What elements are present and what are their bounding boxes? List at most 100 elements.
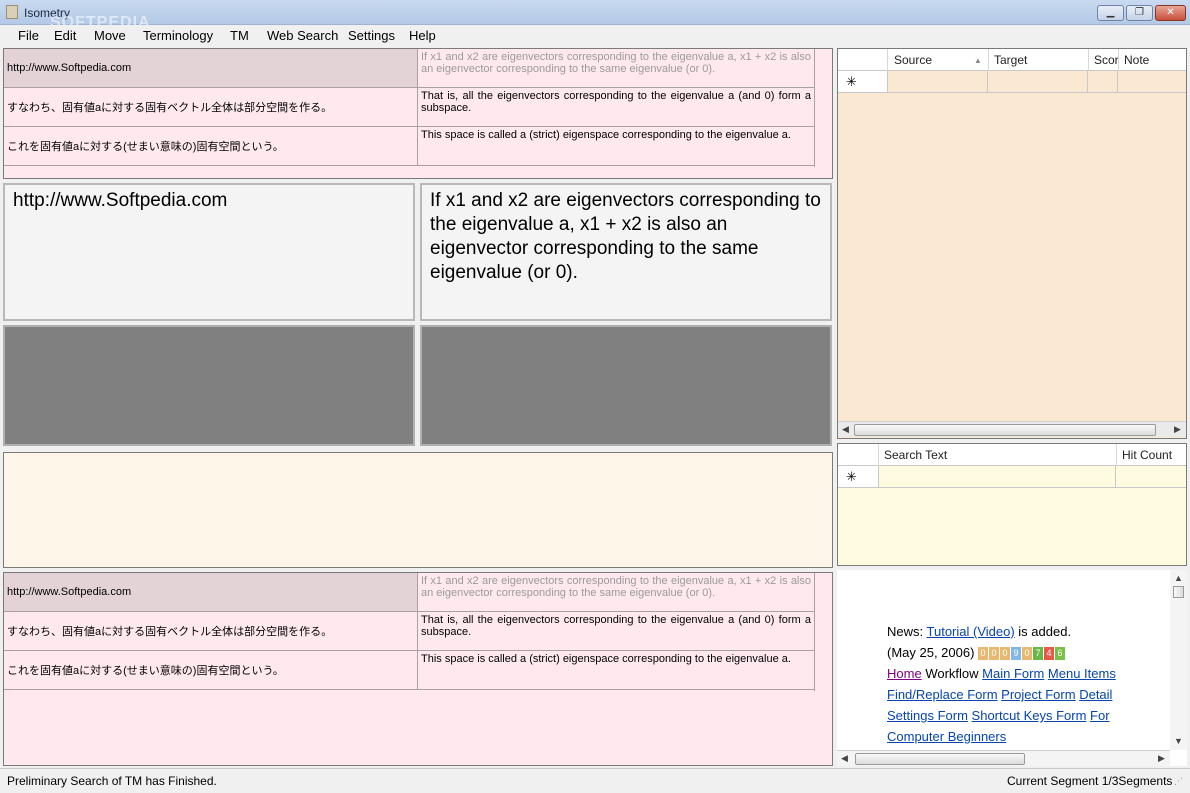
visitor-counter: 00090746 — [978, 645, 1066, 660]
counter-digit: 6 — [1055, 647, 1066, 660]
segment-source[interactable]: http://www.Softpedia.com — [4, 49, 418, 87]
segment-table: http://www.Softpedia.com If x1 and x2 ar… — [4, 573, 815, 691]
segment-row[interactable]: http://www.Softpedia.com If x1 and x2 ar… — [4, 49, 814, 88]
shortcut-keys-form-link[interactable]: Shortcut Keys Form — [972, 708, 1087, 723]
source-editor[interactable]: http://www.Softpedia.com — [3, 183, 415, 321]
segment-target[interactable]: This space is called a (strict) eigenspa… — [418, 127, 814, 165]
tm-grid-header: Source ▲ Target Scor Note — [838, 49, 1186, 71]
tm-cell[interactable] — [988, 71, 1088, 92]
menu-settings[interactable]: Settings — [348, 28, 395, 43]
app-icon — [6, 5, 18, 19]
search-cell[interactable] — [1116, 466, 1186, 487]
resize-grip-icon[interactable]: ⋰ — [1174, 776, 1183, 787]
news-prefix: News: — [887, 624, 924, 639]
tm-grid: Source ▲ Target Scor Note ✳ ◀ ▶ — [837, 48, 1187, 439]
news-content: News: Tutorial (Video) is added. (May 25… — [887, 621, 1127, 747]
segment-target[interactable]: That is, all the eigenvectors correspond… — [418, 88, 814, 126]
news-horizontal-scrollbar[interactable]: ◀ ▶ — [837, 750, 1170, 766]
target-editor[interactable]: If x1 and x2 are eigenvectors correspond… — [420, 183, 832, 321]
news-date: (May 25, 2006) — [887, 645, 975, 660]
segment-target[interactable]: That is, all the eigenvectors correspond… — [418, 612, 814, 650]
scroll-thumb[interactable] — [854, 424, 1156, 436]
menu-file[interactable]: File — [18, 28, 39, 43]
tm-col-source[interactable]: Source — [894, 53, 932, 67]
scroll-thumb[interactable] — [1173, 586, 1184, 598]
menu-move[interactable]: Move — [94, 28, 126, 43]
maximize-button[interactable]: ❐ — [1126, 5, 1153, 21]
segment-target[interactable]: If x1 and x2 are eigenvectors correspond… — [418, 573, 814, 611]
workflow-label: Workflow — [925, 666, 979, 681]
scroll-thumb[interactable] — [855, 753, 1025, 765]
minimize-icon: ▁ — [1106, 7, 1115, 18]
home-link[interactable]: Home — [887, 666, 922, 681]
tm-new-row[interactable]: ✳ — [838, 71, 1186, 93]
segment-source[interactable]: これを固有値aに対する(せまい意味の)固有空間という。 — [4, 127, 418, 165]
status-message: Preliminary Search of TM has Finished. — [7, 774, 217, 788]
segment-source[interactable]: これを固有値aに対する(せまい意味の)固有空間という。 — [4, 651, 418, 689]
segment-row[interactable]: これを固有値aに対する(せまい意味の)固有空間という。 This space i… — [4, 651, 814, 690]
menu-tm[interactable]: TM — [230, 28, 249, 43]
note-area[interactable] — [3, 452, 833, 568]
search-cell[interactable] — [878, 466, 1116, 487]
segment-target[interactable]: This space is called a (strict) eigenspa… — [418, 651, 814, 689]
sort-arrow-icon: ▲ — [974, 56, 982, 65]
tm-col-note[interactable]: Note — [1124, 53, 1149, 67]
counter-digit: 0 — [1022, 647, 1033, 660]
scroll-left-icon[interactable]: ◀ — [842, 424, 849, 435]
main-form-link[interactable]: Main Form — [982, 666, 1044, 681]
scroll-right-icon[interactable]: ▶ — [1174, 424, 1181, 435]
news-browser: News: Tutorial (Video) is added. (May 25… — [837, 570, 1187, 766]
tm-col-target[interactable]: Target — [994, 53, 1027, 67]
tm-cell[interactable] — [1088, 71, 1118, 92]
segment-source[interactable]: http://www.Softpedia.com — [4, 573, 418, 611]
scroll-down-icon[interactable]: ▼ — [1174, 736, 1183, 746]
scroll-up-icon[interactable]: ▲ — [1174, 573, 1183, 583]
scroll-right-icon[interactable]: ▶ — [1158, 753, 1165, 764]
menu-web-search[interactable]: Web Search — [267, 28, 338, 43]
search-new-row[interactable]: ✳ — [838, 466, 1186, 488]
tm-horizontal-scrollbar[interactable]: ◀ ▶ — [838, 421, 1186, 437]
new-row-icon: ✳ — [846, 469, 857, 484]
menu-terminology[interactable]: Terminology — [143, 28, 213, 43]
close-button[interactable]: ✕ — [1155, 5, 1186, 21]
find-replace-form-link[interactable]: Find/Replace Form — [887, 687, 998, 702]
segment-counter: Current Segment 1/3Segments — [1007, 774, 1173, 788]
counter-digit: 7 — [1033, 647, 1044, 660]
new-row-icon: ✳ — [846, 74, 857, 89]
search-col-text[interactable]: Search Text — [884, 448, 947, 462]
menu-bar: File Edit Move Terminology TM Web Search… — [0, 25, 1190, 46]
counter-digit: 0 — [978, 647, 989, 660]
restore-icon: ❐ — [1135, 7, 1144, 18]
news-suffix: is added. — [1018, 624, 1072, 639]
segment-source[interactable]: すなわち、固有値aに対する固有ベクトル全体は部分空間を作る。 — [4, 88, 418, 126]
status-bar: Preliminary Search of TM has Finished. C… — [0, 768, 1190, 793]
segment-list-top: http://www.Softpedia.com If x1 and x2 ar… — [3, 48, 833, 179]
tm-cell[interactable] — [1118, 71, 1186, 92]
tm-cell[interactable] — [887, 71, 988, 92]
menu-help[interactable]: Help — [409, 28, 436, 43]
source-preview-box — [3, 325, 415, 446]
segment-row[interactable]: http://www.Softpedia.com If x1 and x2 ar… — [4, 573, 814, 612]
counter-digit: 9 — [1011, 647, 1022, 660]
search-grid-header: Search Text Hit Count — [838, 444, 1186, 466]
target-preview-box — [420, 325, 832, 446]
counter-digit: 0 — [1000, 647, 1011, 660]
segment-row[interactable]: すなわち、固有値aに対する固有ベクトル全体は部分空間を作る。 That is, … — [4, 88, 814, 127]
title-bar: Isometry SOFTPEDIA ▁ ❐ ✕ — [0, 0, 1190, 31]
news-vertical-scrollbar[interactable]: ▲ ▼ — [1170, 570, 1187, 750]
project-form-link[interactable]: Project Form — [1001, 687, 1075, 702]
search-col-hitcount[interactable]: Hit Count — [1122, 448, 1172, 462]
tutorial-link[interactable]: Tutorial (Video) — [927, 624, 1015, 639]
scroll-left-icon[interactable]: ◀ — [841, 753, 848, 764]
segment-target[interactable]: If x1 and x2 are eigenvectors correspond… — [418, 49, 814, 87]
menu-edit[interactable]: Edit — [54, 28, 76, 43]
segment-row[interactable]: これを固有値aに対する(せまい意味の)固有空間という。 This space i… — [4, 127, 814, 166]
minimize-button[interactable]: ▁ — [1097, 5, 1124, 21]
tm-col-score[interactable]: Scor — [1094, 53, 1119, 67]
segment-row[interactable]: すなわち、固有値aに対する固有ベクトル全体は部分空間を作る。 That is, … — [4, 612, 814, 651]
close-icon: ✕ — [1166, 7, 1175, 18]
segment-source[interactable]: すなわち、固有値aに対する固有ベクトル全体は部分空間を作る。 — [4, 612, 418, 650]
segment-list-bottom: http://www.Softpedia.com If x1 and x2 ar… — [3, 572, 833, 766]
menu-items-link[interactable]: Menu Items — [1048, 666, 1116, 681]
segment-table: http://www.Softpedia.com If x1 and x2 ar… — [4, 49, 815, 167]
